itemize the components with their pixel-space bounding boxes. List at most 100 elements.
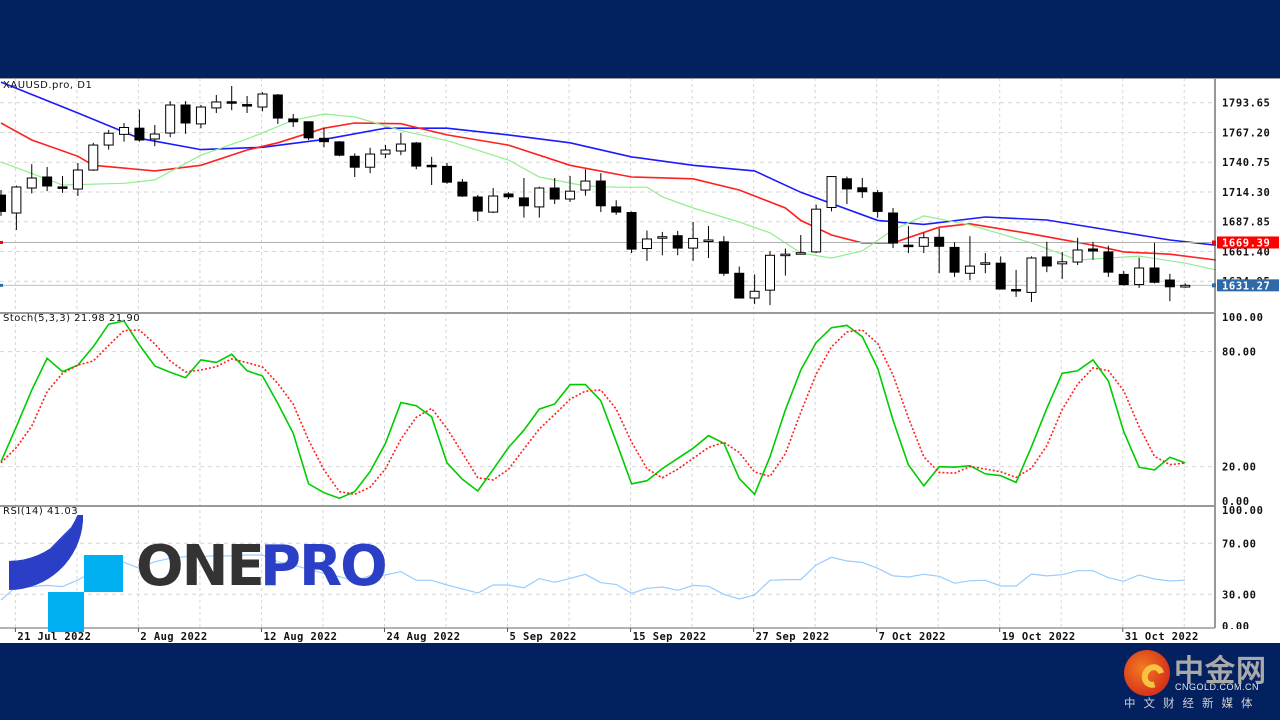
price-badge-label: 1669.39 <box>1222 237 1270 249</box>
candle-bearish <box>226 101 237 104</box>
candle-bullish <box>765 254 775 291</box>
stoch-title: Stoch(5,3,3) 21.98 21.90 <box>3 313 140 324</box>
candle-bearish <box>272 94 283 119</box>
price-marker <box>1212 283 1216 288</box>
candle-bearish <box>503 193 514 198</box>
candle-bullish <box>165 104 176 134</box>
candle-bullish <box>534 187 545 208</box>
candle-bearish <box>1041 256 1052 267</box>
candle-bearish <box>1087 248 1098 252</box>
candle-bullish <box>365 153 376 168</box>
candle-bullish <box>811 208 822 253</box>
candle-bullish <box>1134 267 1145 286</box>
price-marker <box>0 240 3 244</box>
candle-bearish <box>872 192 883 212</box>
date-axis-label: 21 Jul 2022 <box>17 631 91 643</box>
candle-bullish <box>641 238 652 250</box>
chart-background <box>0 78 1280 643</box>
candle-bearish <box>611 206 622 213</box>
candle-bearish <box>595 180 606 207</box>
candle-bearish <box>857 187 868 193</box>
candle-bullish <box>488 195 499 213</box>
date-axis-label: 12 Aug 2022 <box>263 631 337 643</box>
candle-bullish <box>103 132 114 146</box>
price-axis-label: 1767.20 <box>1222 127 1270 139</box>
candle-bullish <box>688 237 699 249</box>
candle-bearish <box>426 164 437 168</box>
candle-bearish <box>549 187 560 200</box>
candle-bearish <box>841 178 852 190</box>
candle-bearish <box>1103 251 1114 273</box>
candle-bullish <box>964 265 975 274</box>
rsi-axis-label: 100.00 <box>1222 505 1264 517</box>
date-axis-label: 2 Aug 2022 <box>140 631 207 643</box>
date-axis-label: 24 Aug 2022 <box>387 631 461 643</box>
date-axis-label: 31 Oct 2022 <box>1125 631 1199 643</box>
candle-bullish <box>657 236 668 239</box>
candle-bullish <box>1180 284 1191 288</box>
date-axis-label: 7 Oct 2022 <box>879 631 946 643</box>
stoch-axis-label: 100.00 <box>1222 312 1264 324</box>
rsi-axis-label: 30.00 <box>1222 589 1257 601</box>
candle-bearish <box>57 186 68 189</box>
date-axis-label: 19 Oct 2022 <box>1002 631 1076 643</box>
candle-bullish <box>26 177 37 189</box>
candle-bearish <box>442 165 453 183</box>
rsi-axis-label: 70.00 <box>1222 538 1257 550</box>
candle-bearish <box>42 176 53 187</box>
candle-bearish <box>888 212 899 244</box>
candle-bearish <box>672 235 683 249</box>
candle-bullish <box>780 253 791 257</box>
candle-bearish <box>134 127 145 141</box>
candle-bullish <box>72 169 83 190</box>
candle-bearish <box>903 244 914 248</box>
cngold-domain: CNGOLD.COM.CN <box>1175 682 1260 692</box>
candle-bearish <box>626 212 637 250</box>
rsi-title: RSI(14) 41.03 <box>3 506 78 517</box>
candle-bearish <box>318 137 329 143</box>
candle-bullish <box>149 133 160 140</box>
candle-bearish <box>411 142 422 167</box>
candle-bearish <box>995 262 1006 290</box>
candle-bullish <box>119 127 130 135</box>
candle-bearish <box>349 155 360 168</box>
candle-bullish <box>565 190 576 200</box>
candle-bearish <box>472 196 483 212</box>
price-marker <box>0 283 3 287</box>
trading-chart[interactable]: 1793.651767.201740.751714.301687.851661.… <box>0 0 1280 720</box>
chart-symbol-title: XAUUSD.pro, D1 <box>3 80 92 91</box>
candle-bearish <box>734 272 745 299</box>
candle-bearish <box>180 104 191 124</box>
candle-bearish <box>1118 273 1129 286</box>
candle-bearish <box>934 236 945 247</box>
candle-bullish <box>88 144 99 171</box>
candle-bearish <box>718 241 729 274</box>
date-axis-label: 27 Sep 2022 <box>756 631 830 643</box>
candle-bullish <box>580 180 591 191</box>
price-marker <box>1212 240 1216 245</box>
candle-bullish <box>703 239 714 242</box>
candle-bearish <box>1149 267 1160 283</box>
candle-bullish <box>1072 249 1083 263</box>
price-axis-label: 1714.30 <box>1222 187 1270 199</box>
price-axis-label: 1793.65 <box>1222 98 1270 110</box>
candle-bullish <box>980 262 991 265</box>
date-axis-label: 15 Sep 2022 <box>633 631 707 643</box>
candle-bullish <box>1057 261 1068 265</box>
candle-bearish <box>303 121 314 139</box>
candle-bullish <box>380 149 391 155</box>
candle-bullish <box>1026 257 1037 293</box>
stoch-axis-label: 80.00 <box>1222 347 1257 359</box>
candle-bearish <box>949 246 960 273</box>
candle-bullish <box>918 237 929 247</box>
candle-bearish <box>288 118 299 123</box>
candle-bullish <box>795 252 806 255</box>
cngold-logo: 中金网 CNGOLD.COM.CN 中文财经新媒体 <box>1118 646 1278 720</box>
candle-bearish <box>1011 288 1022 292</box>
candle-bullish <box>749 290 760 299</box>
candle-bearish <box>334 141 345 156</box>
price-axis-label: 1740.75 <box>1222 157 1270 169</box>
candle-bearish <box>0 194 6 212</box>
candle-bearish <box>1164 279 1175 288</box>
candle-bullish <box>257 93 268 108</box>
